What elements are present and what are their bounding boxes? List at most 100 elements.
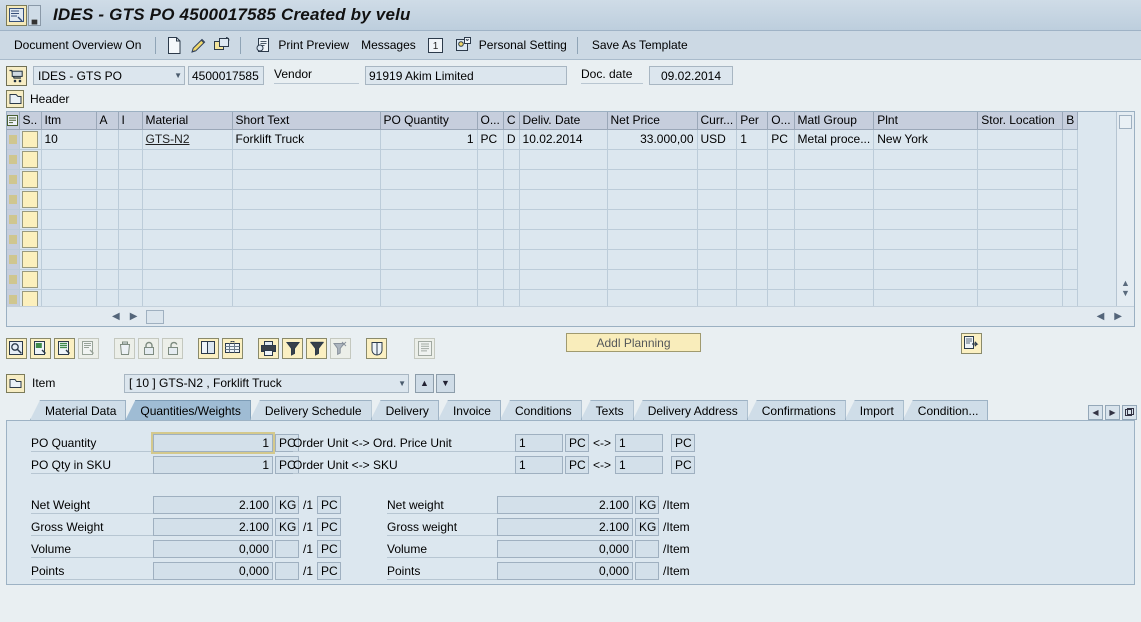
- tab-quantities-weights[interactable]: Quantities/Weights: [125, 400, 251, 420]
- cell-b[interactable]: [1062, 129, 1079, 150]
- scroll-left-icon[interactable]: ◀: [112, 311, 120, 322]
- scroll-left-icon-right[interactable]: ◀: [1097, 311, 1105, 322]
- net-weight-input[interactable]: 2.100: [153, 496, 273, 514]
- gross-weight-unit[interactable]: KG: [275, 518, 299, 536]
- volume-item-unit[interactable]: [635, 540, 659, 558]
- item-select[interactable]: [ 10 ] GTS-N2 , Forklift Truck ▼: [124, 373, 409, 393]
- row-status-button[interactable]: [19, 149, 42, 170]
- table-row[interactable]: [7, 189, 1079, 210]
- duplicate-icon[interactable]: [198, 337, 219, 359]
- points-input[interactable]: 0,000: [153, 562, 273, 580]
- col-matl-group[interactable]: Matl Group: [794, 112, 875, 130]
- col-a[interactable]: A: [96, 112, 119, 130]
- addl-planning-button[interactable]: Addl Planning: [566, 333, 701, 352]
- next-tab-icon[interactable]: ▶: [1105, 405, 1120, 420]
- cell-c[interactable]: D: [503, 129, 520, 150]
- table-row[interactable]: [7, 169, 1079, 190]
- help-icon[interactable]: 1: [426, 36, 446, 55]
- row-status-button[interactable]: [19, 249, 42, 270]
- delete-trash-icon[interactable]: [114, 337, 135, 359]
- col-status[interactable]: S..: [19, 112, 42, 130]
- table-row[interactable]: [7, 209, 1079, 230]
- order-unit-price-right-value[interactable]: 1: [615, 434, 664, 452]
- filter-clear-icon[interactable]: [330, 337, 351, 359]
- tab-delivery[interactable]: Delivery: [370, 400, 439, 420]
- new-document-icon[interactable]: [164, 36, 184, 55]
- document-overview-button[interactable]: Document Overview On: [6, 38, 149, 52]
- gross-weight-input[interactable]: 2.100: [153, 518, 273, 536]
- scrollbar-thumb[interactable]: [1119, 115, 1132, 129]
- order-unit-sku-left-value[interactable]: 1: [515, 456, 563, 474]
- col-b[interactable]: B: [1062, 112, 1079, 130]
- header-expand-icon[interactable]: [6, 89, 24, 108]
- row-status-button[interactable]: [19, 129, 42, 150]
- tab-conditions[interactable]: Conditions: [499, 400, 582, 420]
- col-curr[interactable]: Curr...: [697, 112, 738, 130]
- shield-icon[interactable]: [366, 337, 387, 359]
- row-selector[interactable]: [7, 249, 20, 270]
- col-short-text[interactable]: Short Text: [232, 112, 381, 130]
- row-selector[interactable]: [7, 269, 20, 290]
- row-status-button[interactable]: [19, 229, 42, 250]
- select-all-icon[interactable]: [7, 112, 20, 130]
- sort-filter-icon[interactable]: [306, 337, 327, 359]
- points-item-unit[interactable]: [635, 562, 659, 580]
- cell-deliv-date[interactable]: 10.02.2014: [519, 129, 608, 150]
- title-dropdown-icon[interactable]: ▄: [28, 4, 41, 26]
- gross-weight-item-unit[interactable]: KG: [635, 518, 659, 536]
- prev-tab-icon[interactable]: ◀: [1088, 405, 1103, 420]
- tab-import[interactable]: Import: [844, 400, 904, 420]
- table-vertical-scrollbar[interactable]: ▲ ▼: [1116, 112, 1134, 326]
- cell-matl-group[interactable]: Metal proce...: [794, 129, 875, 150]
- row-status-button[interactable]: [19, 189, 42, 210]
- volume-per-unit[interactable]: PC: [317, 540, 342, 558]
- detail-magnifier-icon[interactable]: [6, 337, 27, 359]
- col-net-price[interactable]: Net Price: [607, 112, 698, 130]
- net-weight-per-unit[interactable]: PC: [317, 496, 342, 514]
- tab-delivery-schedule[interactable]: Delivery Schedule: [249, 400, 372, 420]
- hold-copy-icon[interactable]: [212, 36, 232, 55]
- paste-row-icon[interactable]: [78, 337, 99, 359]
- table-hscroll-thumb[interactable]: [146, 309, 165, 324]
- scroll-down-icon[interactable]: ▼: [1121, 288, 1130, 298]
- volume-item-input[interactable]: 0,000: [497, 540, 633, 558]
- edit-pencil-icon[interactable]: [188, 36, 208, 55]
- row-selector[interactable]: [7, 189, 20, 210]
- col-per[interactable]: Per: [736, 112, 769, 130]
- tab-condition-more[interactable]: Condition...: [902, 400, 989, 420]
- print-preview-button[interactable]: Print Preview: [247, 36, 353, 55]
- order-unit-price-right-unit[interactable]: PC: [671, 434, 696, 452]
- row-selector[interactable]: [7, 169, 20, 190]
- cell-short-text[interactable]: Forklift Truck: [232, 129, 381, 150]
- tab-texts[interactable]: Texts: [580, 400, 634, 420]
- cell-plnt[interactable]: New York: [873, 129, 979, 150]
- scroll-right-icon-right[interactable]: ▶: [1114, 311, 1122, 322]
- tab-invoice[interactable]: Invoice: [437, 400, 501, 420]
- personal-setting-button[interactable]: Personal Setting: [448, 36, 571, 55]
- save-as-template-button[interactable]: Save As Template: [584, 38, 696, 52]
- tab-confirmations[interactable]: Confirmations: [746, 400, 846, 420]
- cell-ou2[interactable]: PC: [767, 129, 795, 150]
- gross-weight-item-input[interactable]: 2.100: [497, 518, 633, 536]
- row-selector[interactable]: [7, 149, 20, 170]
- cell-i[interactable]: [118, 129, 143, 150]
- row-status-button[interactable]: [19, 209, 42, 230]
- col-deliv-date[interactable]: Deliv. Date: [519, 112, 608, 130]
- tab-list-icon[interactable]: [1122, 405, 1137, 420]
- row-selector[interactable]: [7, 229, 20, 250]
- lock-closed-icon[interactable]: [138, 337, 159, 359]
- po-quantity-input[interactable]: 1: [151, 432, 275, 454]
- order-unit-sku-left-unit[interactable]: PC: [565, 456, 589, 474]
- volume-unit[interactable]: [275, 540, 299, 558]
- net-weight-unit[interactable]: KG: [275, 496, 299, 514]
- cell-net-price[interactable]: 33.000,00: [607, 129, 698, 150]
- points-item-input[interactable]: 0,000: [497, 562, 633, 580]
- list-detail-icon[interactable]: [414, 337, 435, 359]
- col-material[interactable]: Material: [142, 112, 233, 130]
- net-weight-item-unit[interactable]: KG: [635, 496, 659, 514]
- tab-delivery-address[interactable]: Delivery Address: [632, 400, 748, 420]
- shopping-cart-icon[interactable]: [6, 65, 27, 86]
- lock-open-icon[interactable]: [162, 337, 183, 359]
- tab-material-data[interactable]: Material Data: [30, 400, 127, 420]
- col-plnt[interactable]: Plnt: [873, 112, 979, 130]
